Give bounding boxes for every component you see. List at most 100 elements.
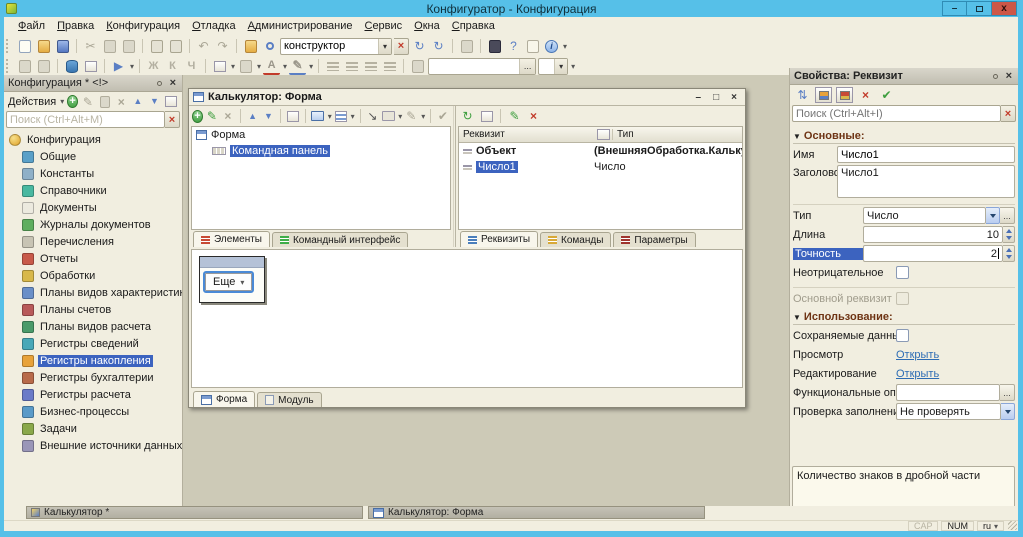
config-search-input[interactable]	[7, 112, 164, 127]
cut-icon[interactable]: ✂	[82, 38, 99, 55]
designer-maximize-icon[interactable]: □	[709, 92, 723, 103]
tree-row[interactable]: + Константы	[4, 165, 182, 182]
find-next-icon[interactable]: ↻	[411, 38, 428, 55]
help-icon[interactable]: ?	[505, 38, 522, 55]
menu-item[interactable]: Администрирование	[242, 18, 359, 34]
toolbar-overflow-icon[interactable]: ▾	[563, 42, 567, 51]
start-debugging-icon[interactable]: ▶	[110, 58, 127, 75]
italic-icon[interactable]: К	[164, 58, 181, 75]
tab-elements[interactable]: Элементы	[193, 231, 270, 247]
tree-row[interactable]: + Обработки	[4, 267, 182, 284]
stored-data-checkbox[interactable]	[896, 329, 909, 342]
monitor-dropdown-icon[interactable]: ▾	[328, 112, 332, 121]
search-dropdown-icon[interactable]: ▾	[378, 39, 391, 54]
style-input[interactable]	[429, 59, 519, 74]
borders-icon[interactable]	[211, 58, 228, 75]
length-input[interactable]: 10	[863, 226, 1003, 243]
fill-color-icon[interactable]	[237, 58, 254, 75]
move-down-icon[interactable]: ▼	[148, 93, 162, 110]
type-input[interactable]: Число	[863, 207, 986, 224]
important-view-icon[interactable]	[836, 87, 853, 103]
redo-icon[interactable]: ↷	[214, 38, 231, 55]
new-file-icon[interactable]	[16, 38, 33, 55]
tree-row[interactable]: + Внешние источники данных	[4, 437, 182, 454]
menu-item[interactable]: Сервис	[358, 18, 408, 34]
tree-row[interactable]: + Регистры сведений	[4, 335, 182, 352]
fill-check-input[interactable]: Не проверять	[896, 403, 1001, 420]
configuration-panel-header[interactable]: Конфигурация * <!> ×	[4, 75, 182, 92]
tree-row[interactable]: + Планы видов расчета	[4, 318, 182, 335]
sort-properties-icon[interactable]: ⇅	[794, 87, 811, 104]
edit-open-link[interactable]: Открыть	[896, 368, 939, 380]
precision-input[interactable]: 2	[863, 245, 1003, 262]
tree-row[interactable]: + Задачи	[4, 420, 182, 437]
precision-spinner[interactable]	[1003, 245, 1015, 262]
menu-item[interactable]: Файл	[12, 18, 51, 34]
check-form-icon[interactable]: ✔	[436, 108, 450, 125]
move-up-icon[interactable]: ▲	[131, 93, 145, 110]
section-basics[interactable]: ▼Основные:	[793, 129, 1015, 144]
info-icon[interactable]: i	[543, 38, 560, 55]
column-attribute[interactable]: Реквизит	[459, 129, 594, 140]
nonnegative-checkbox[interactable]	[896, 266, 909, 279]
menu-item[interactable]: Правка	[51, 18, 100, 34]
element-down-icon[interactable]: ▼	[261, 108, 275, 125]
minimize-button[interactable]: –	[942, 1, 967, 16]
categories-view-icon[interactable]	[815, 87, 832, 103]
column-type[interactable]: Тип	[612, 129, 742, 140]
tree-row[interactable]: + Регистры накопления	[4, 352, 182, 369]
fill-dropdown-icon[interactable]: ▾	[257, 62, 261, 71]
configuration-panel-close-icon[interactable]: ×	[168, 77, 178, 89]
template-icon[interactable]	[35, 58, 52, 75]
tree-row[interactable]: + Журналы документов	[4, 216, 182, 233]
functional-options-choose-icon[interactable]: ...	[1000, 384, 1015, 401]
list-dropdown-icon[interactable]: ▾	[351, 112, 355, 121]
align-center-icon[interactable]	[343, 58, 360, 75]
copy-object-icon[interactable]	[98, 93, 112, 110]
line-style-icon[interactable]: ✎	[289, 58, 306, 75]
section-usage[interactable]: ▼Использование:	[793, 310, 1015, 325]
refresh-attributes-icon[interactable]: ↻	[459, 108, 476, 125]
tree-row[interactable]: + Справочники	[4, 182, 182, 199]
find-icon[interactable]	[242, 38, 259, 55]
magnifier-icon[interactable]	[261, 38, 278, 55]
attribute-row-object[interactable]: Объект (ВнешняяОбработка.Калькуля...	[459, 143, 742, 159]
type-dropdown-icon[interactable]	[986, 207, 1000, 224]
delete-element-icon[interactable]: ×	[221, 108, 235, 125]
text-color-dropdown-icon[interactable]: ▾	[283, 62, 287, 71]
tree-row[interactable]: + Перечисления	[4, 233, 182, 250]
tree-row[interactable]: + Планы счетов	[4, 301, 182, 318]
debug-dropdown-icon[interactable]: ▾	[130, 62, 134, 71]
length-spinner[interactable]	[1003, 226, 1015, 243]
more-button[interactable]: Еще ▾	[205, 273, 252, 291]
resize-grip[interactable]	[1008, 521, 1017, 530]
form-root-row[interactable]: Форма	[192, 127, 450, 143]
tab-command-interface[interactable]: Командный интерфейс	[272, 232, 408, 247]
layout-icon[interactable]	[16, 58, 33, 75]
tab-attributes[interactable]: Реквизиты	[460, 231, 538, 247]
merge-cells-icon[interactable]	[409, 58, 426, 75]
draw-line-icon[interactable]: ✎	[404, 108, 418, 125]
clear-search-icon[interactable]: ×	[394, 38, 409, 55]
menu-item[interactable]: Конфигурация	[100, 18, 186, 34]
add-object-icon[interactable]: +	[67, 95, 78, 108]
command-bar-label[interactable]: Командная панель	[230, 145, 330, 157]
properties-panel-header[interactable]: Свойства: Реквизит ×	[790, 68, 1018, 85]
align-left-icon[interactable]	[324, 58, 341, 75]
tree-row[interactable]: + Регистры бухгалтерии	[4, 369, 182, 386]
toolbar2-overflow-icon[interactable]: ▾	[571, 62, 575, 71]
element-up-icon[interactable]: ▲	[246, 108, 260, 125]
align-justify-icon[interactable]	[381, 58, 398, 75]
copy-icon[interactable]	[101, 38, 118, 55]
undo-icon[interactable]: ↶	[195, 38, 212, 55]
print-icon[interactable]	[148, 38, 165, 55]
tree-row[interactable]: + Общие	[4, 148, 182, 165]
properties-pin-icon[interactable]	[993, 74, 998, 79]
close-button[interactable]: x	[992, 1, 1017, 16]
documents-stack-icon[interactable]	[458, 38, 475, 55]
attributes-table-icon[interactable]	[478, 108, 495, 125]
style-dots-icon[interactable]: ...	[519, 59, 535, 74]
menu-item[interactable]: Отладка	[186, 18, 242, 34]
attribute-row-number1[interactable]: Число1 Число	[459, 159, 742, 175]
properties-search-clear-icon[interactable]: ×	[1001, 105, 1016, 122]
